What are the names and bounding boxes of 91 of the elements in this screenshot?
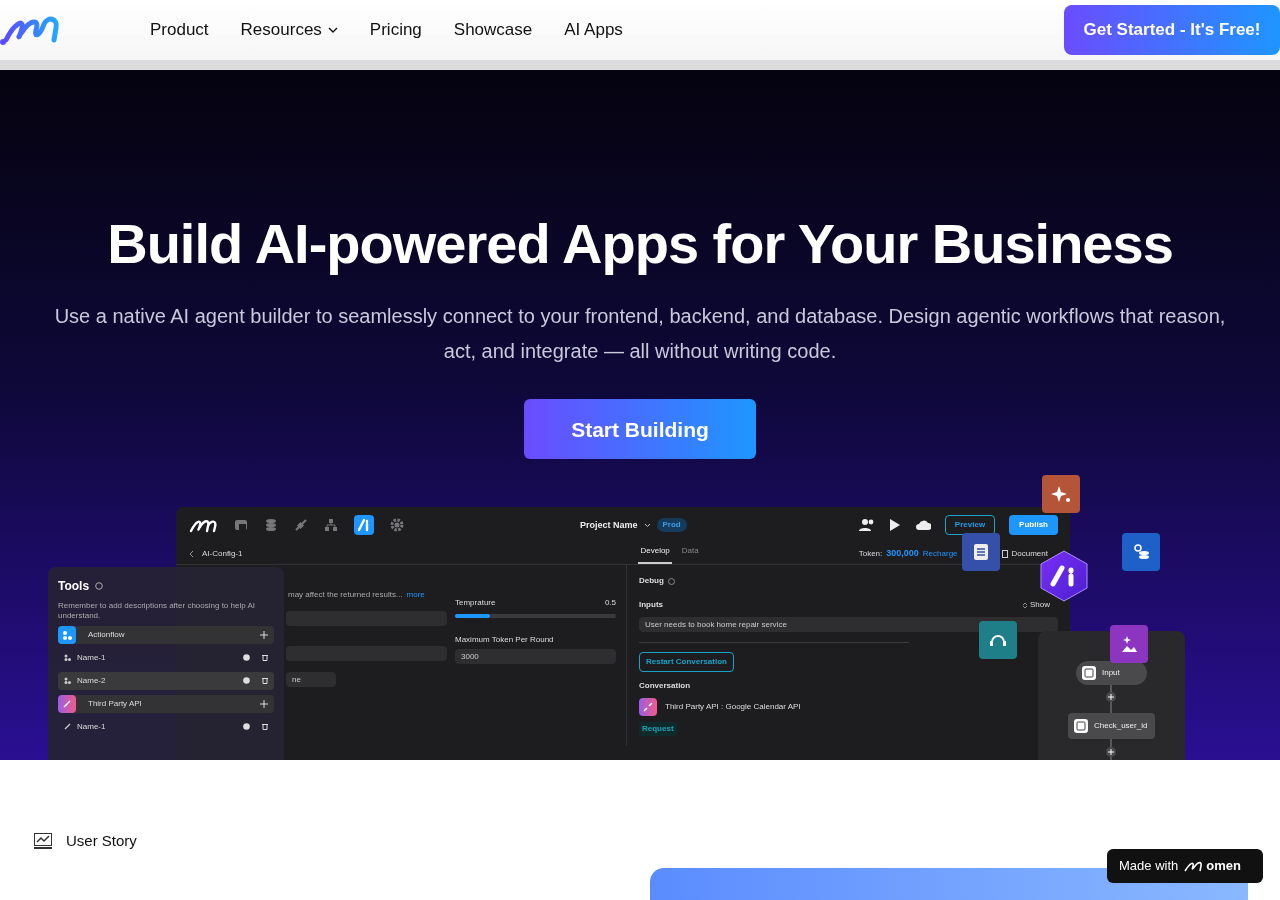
- conversation-label: Conversation: [639, 680, 692, 693]
- recharge-link[interactable]: Recharge: [922, 547, 958, 560]
- trash-icon[interactable]: [262, 677, 268, 684]
- tab[interactable]: Data: [679, 540, 701, 565]
- nav-link[interactable]: Resources: [240, 17, 338, 43]
- users-icon[interactable]: [858, 518, 875, 533]
- layout-icon[interactable]: [234, 518, 248, 533]
- nav-link[interactable]: AI Apps: [564, 17, 623, 43]
- tool-group-header[interactable]: Third Party API: [58, 694, 274, 713]
- plug-icon: [639, 698, 657, 717]
- temperature-label: Temprature: [455, 597, 496, 610]
- request-tag: Request: [639, 722, 677, 737]
- play-icon[interactable]: [888, 518, 901, 533]
- tool-group-label: Third Party API: [88, 697, 142, 710]
- debug-title: Debug: [639, 575, 664, 588]
- inputs-label: Inputs: [639, 599, 663, 612]
- ai-icon[interactable]: [354, 515, 374, 536]
- flow-icon: [64, 654, 71, 661]
- flow-icon: [62, 629, 72, 640]
- add-icon[interactable]: [260, 699, 268, 708]
- add-icon[interactable]: [1106, 747, 1116, 758]
- info-icon: [667, 577, 675, 585]
- chart-icon: [34, 833, 52, 850]
- plug-icon: [64, 723, 71, 730]
- flow-node[interactable]: Input: [1076, 661, 1147, 686]
- tool-group-label: Actionflow: [88, 628, 125, 641]
- flow-node-label: Input: [1102, 667, 1120, 680]
- chevron-down-icon: [643, 522, 651, 528]
- project-name-dropdown[interactable]: Project Name: [580, 518, 638, 533]
- restart-conversation-button[interactable]: Restart Conversation: [639, 652, 734, 673]
- max-token-field[interactable]: 3000: [455, 649, 616, 665]
- trash-icon[interactable]: [262, 723, 268, 730]
- image-icon: [1119, 634, 1139, 655]
- document-icon: [971, 542, 991, 563]
- section-label: User Story: [66, 831, 137, 851]
- tool-group-header[interactable]: Actionflow: [58, 625, 274, 644]
- logo-icon: [188, 517, 218, 534]
- environment-badge: Prod: [656, 518, 687, 533]
- back-icon[interactable]: [188, 549, 194, 558]
- edit-icon[interactable]: [243, 654, 250, 661]
- flow-icon: [64, 677, 71, 684]
- info-icon: [95, 582, 104, 591]
- badge-text: Made with: [1119, 857, 1179, 876]
- trash-icon[interactable]: [262, 654, 268, 661]
- document-icon: [1001, 549, 1008, 558]
- tool-item[interactable]: Name-1: [58, 648, 274, 667]
- edit-icon[interactable]: [243, 723, 250, 730]
- breadcrumb: AI-Config-1: [202, 547, 243, 560]
- token-count: 300,000: [886, 547, 919, 561]
- hierarchy-icon[interactable]: [324, 518, 338, 533]
- hero-title: Build AI-powered Apps for Your Business: [107, 211, 1173, 277]
- nav-link[interactable]: Pricing: [369, 17, 422, 43]
- nav-link[interactable]: Product: [150, 17, 209, 43]
- get-started-button[interactable]: Get Started - It's Free!: [1064, 5, 1280, 55]
- tool-item[interactable]: Name-2: [58, 671, 274, 690]
- input-icon: [1082, 666, 1096, 681]
- cloud-icon[interactable]: [914, 519, 931, 532]
- tool-name: Name-1: [77, 651, 106, 664]
- add-icon[interactable]: [1106, 692, 1116, 703]
- tools-hint: Remember to add descriptions after choosing to help AI understand.: [58, 601, 256, 621]
- settings-icon[interactable]: [390, 518, 404, 533]
- add-icon[interactable]: [260, 630, 268, 639]
- edit-icon[interactable]: [243, 677, 250, 684]
- database-icon[interactable]: [264, 518, 278, 533]
- show-toggle[interactable]: Show: [1030, 599, 1050, 612]
- flow-node[interactable]: Check_user_id: [1068, 713, 1155, 740]
- tools-title: Tools: [58, 578, 90, 596]
- max-token-label: Maximum Token Per Round: [455, 634, 555, 647]
- tool-name: Name-2: [77, 674, 106, 687]
- logo-icon[interactable]: [0, 14, 62, 46]
- conversation-item: Third Party API : Google Calendar API: [665, 701, 801, 714]
- hint-text: may affect the returned results...: [288, 589, 403, 602]
- token-label: Token:: [858, 547, 883, 560]
- nav-link[interactable]: Showcase: [453, 17, 533, 43]
- tool-item[interactable]: Name-1: [58, 717, 274, 736]
- more-link[interactable]: more: [406, 589, 425, 602]
- plug-icon[interactable]: [294, 518, 308, 533]
- input-field[interactable]: User needs to book home repair service: [639, 617, 1058, 633]
- start-building-button[interactable]: Start Building: [524, 399, 756, 460]
- tool-name: Name-1: [77, 720, 106, 733]
- temperature-value: 0.5: [604, 597, 616, 610]
- made-with-badge[interactable]: Made with omen: [1107, 849, 1263, 883]
- text-field[interactable]: ne: [286, 672, 336, 688]
- plug-icon: [62, 698, 72, 709]
- hero-subtitle: Use a native AI agent builder to seamlessly connect to your frontend, backend, and database. Design agentic workflows that reason, act, and integrate — all without writing code.: [53, 304, 1227, 365]
- brand-name: omen: [1206, 857, 1241, 876]
- document-link[interactable]: Document: [1011, 547, 1048, 560]
- sort-icon[interactable]: [1023, 601, 1027, 609]
- tab[interactable]: Develop: [638, 540, 672, 565]
- sparkle-icon: [1051, 484, 1071, 505]
- flow-node-label: Check_user_id: [1094, 720, 1148, 733]
